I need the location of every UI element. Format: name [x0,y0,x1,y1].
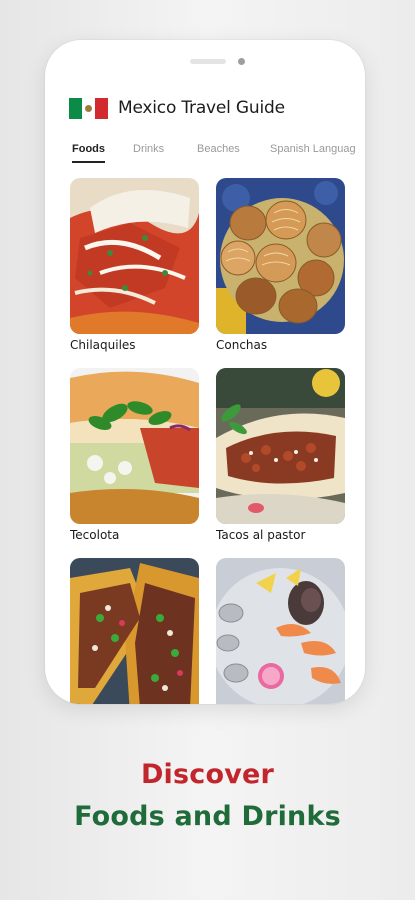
tab-label: Beaches [197,143,240,155]
tecolota-image [70,368,199,524]
app-title: Mexico Travel Guide [118,98,285,118]
tacos-al-pastor-image [216,368,345,524]
food-card-conchas[interactable]: Conchas [216,178,345,352]
food-card-tacos-al-pastor[interactable]: Tacos al pastor [216,368,345,542]
seafood-platter-image [216,558,345,704]
mexico-flag-icon [69,97,108,119]
tab-beaches[interactable]: Beaches [197,143,240,155]
tab-label: Drinks [133,143,165,155]
app-header: Mexico Travel Guide [69,96,285,120]
food-card-tacos[interactable] [70,558,199,704]
phone-frame: Mexico Travel Guide Foods Drinks Beaches… [45,40,365,704]
conchas-image [216,178,345,334]
speaker-icon [190,59,226,64]
food-card-tecolota[interactable]: Tecolota [70,368,199,542]
food-name: Tacos al pastor [216,528,306,542]
phone-notch [45,58,365,65]
camera-icon [238,58,245,65]
tab-label: Spanish Languag [270,143,356,155]
active-tab-indicator [72,161,105,163]
tab-foods[interactable]: Foods [72,143,105,163]
promo-headline-foods-drinks: Foods and Drinks [74,801,341,832]
tacos-image [70,558,199,704]
food-card-seafood[interactable] [216,558,345,704]
category-tabs: Foods Drinks Beaches Spanish Languag [72,143,365,167]
promo-headline-discover: Discover [140,759,275,790]
tab-label: Foods [72,143,105,155]
food-name: Conchas [216,338,268,352]
food-name: Chilaquiles [70,338,136,352]
tab-drinks[interactable]: Drinks [133,143,164,155]
food-card-chilaquiles[interactable]: Chilaquiles [70,178,199,352]
food-name: Tecolota [70,528,120,542]
tab-spanish-language[interactable]: Spanish Languag [270,143,356,155]
chilaquiles-image [70,178,199,334]
